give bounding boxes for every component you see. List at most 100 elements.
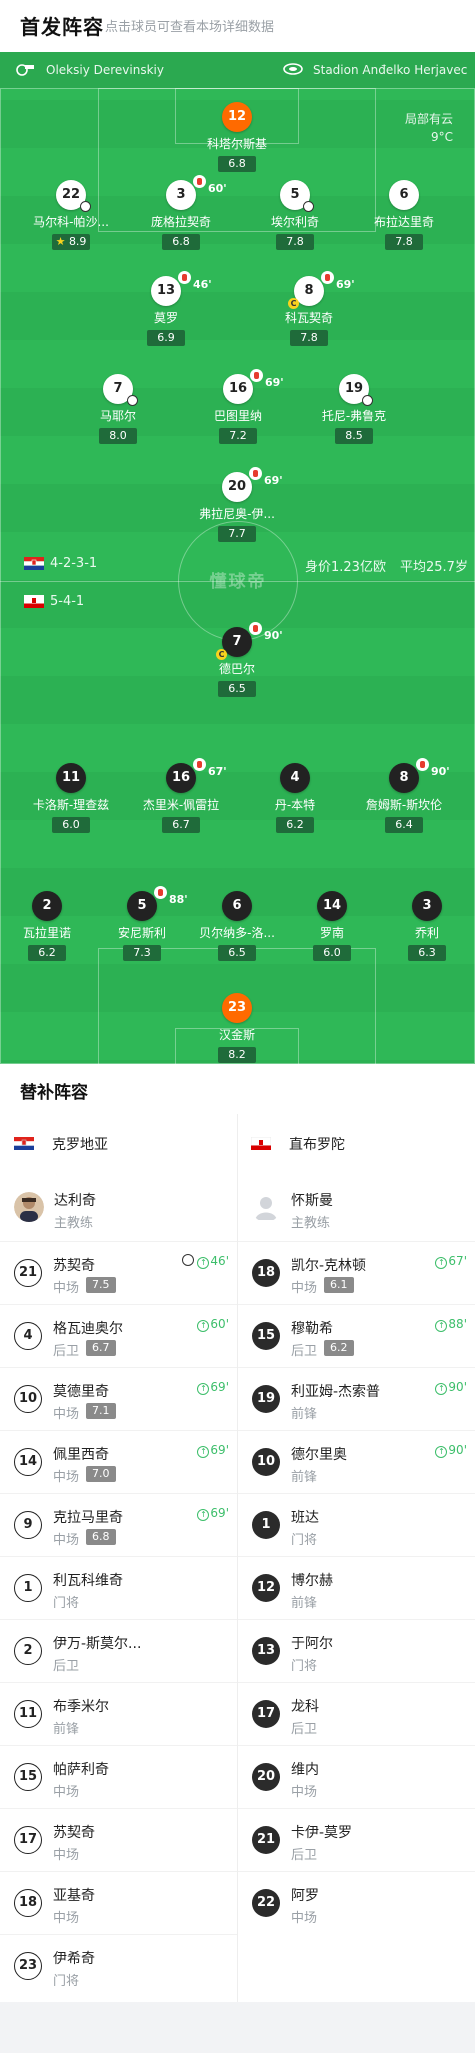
- sub-name: 布季米尔: [53, 1699, 109, 1715]
- player-rating: 6.8: [218, 156, 256, 172]
- sub-name: 凯尔-克林顿: [291, 1258, 367, 1274]
- sub-in-minute: 88': [448, 1317, 467, 1331]
- sub-name: 于阿尔: [291, 1636, 333, 1652]
- goal-ball-icon: [303, 201, 314, 212]
- sub-row[interactable]: 21 苏契奇 中场 7.5 ↑ 46': [0, 1241, 237, 1304]
- pitch: Oleksiy Derevinskiy Stadion Anđelko Herj…: [0, 52, 475, 1064]
- sub-number: 11: [14, 1700, 42, 1728]
- home-player-3[interactable]: 3 60' 庞格拉契奇 6.8: [126, 175, 236, 250]
- player-number: 12: [222, 102, 252, 132]
- home-player-7[interactable]: 7 马耶尔 8.0: [63, 374, 173, 444]
- player-rating: 6.0: [313, 945, 351, 961]
- sub-row[interactable]: 14 佩里西奇 中场 7.0 ↑ 69': [0, 1430, 237, 1493]
- sub-name: 利亚姆-杰索普: [291, 1384, 381, 1400]
- sub-name: 格瓦迪奥尔: [53, 1321, 123, 1337]
- player-rating: 7.8: [290, 330, 328, 346]
- away-coach[interactable]: 怀斯曼 主教练: [251, 1184, 471, 1240]
- sub-row[interactable]: 20 维内 中场: [238, 1745, 475, 1808]
- away-player-8[interactable]: 8 90' 詹姆斯-斯坎伦 6.4: [349, 758, 459, 833]
- home-player-22[interactable]: 22 马尔科-帕沙... ★ 8.9: [16, 180, 126, 250]
- away-player-5[interactable]: 5 88' 安尼斯利 7.3: [87, 886, 197, 961]
- gibraltar-flag-icon: [24, 595, 44, 608]
- sub-row[interactable]: 1 利瓦科维奇 门将: [0, 1556, 237, 1619]
- player-name: 德巴尔: [218, 662, 255, 676]
- sub-rating: 6.8: [86, 1529, 116, 1545]
- away-player-14[interactable]: 14 罗南 6.0: [277, 891, 387, 961]
- away-player-6[interactable]: 6 贝尔纳多-洛... 6.5: [182, 891, 292, 961]
- sub-row[interactable]: 13 于阿尔 门将: [238, 1619, 475, 1682]
- home-player-12[interactable]: 12 科塔尔斯基 6.8: [182, 102, 292, 172]
- sub-in-minute: 46': [210, 1254, 229, 1268]
- sub-number: 15: [14, 1763, 42, 1791]
- sub-row[interactable]: 12 博尔赫 前锋: [238, 1556, 475, 1619]
- sub-name: 苏契奇: [53, 1825, 95, 1841]
- assist-icon: [127, 395, 138, 406]
- sub-row[interactable]: 17 苏契奇 中场: [0, 1808, 237, 1871]
- sub-row[interactable]: 18 凯尔-克林顿 中场 6.1 ↑ 67': [238, 1241, 475, 1304]
- away-player-4[interactable]: 4 丹-本特 6.2: [240, 763, 350, 833]
- sub-row[interactable]: 2 伊万-斯莫尔... 后卫: [0, 1619, 237, 1682]
- star-icon: ★: [55, 235, 66, 248]
- croatia-flag-icon: [24, 557, 44, 570]
- gibraltar-flag-icon: [251, 1137, 271, 1150]
- player-name: 罗南: [319, 926, 344, 940]
- sub-minute: 90': [431, 765, 450, 778]
- away-player-7[interactable]: 7 C 90' 德巴尔 6.5: [182, 622, 292, 697]
- sub-row[interactable]: 17 龙科 后卫: [238, 1682, 475, 1745]
- sub-name: 苏契奇: [53, 1258, 95, 1274]
- sub-number: 21: [252, 1826, 280, 1854]
- sub-row[interactable]: 15 帕萨利奇 中场: [0, 1745, 237, 1808]
- sub-out-icon: [249, 622, 262, 635]
- coach-role: 主教练: [54, 1216, 94, 1231]
- home-player-5[interactable]: 5 埃尔利奇 7.8: [240, 180, 350, 250]
- page-subtitle: 点击球员可查看本场详细数据: [105, 20, 275, 35]
- sub-row[interactable]: 18 亚基奇 中场: [0, 1871, 237, 1934]
- home-player-19[interactable]: 19 托尼-弗鲁克 8.5: [299, 374, 409, 444]
- player-name: 托尼-弗鲁克: [321, 409, 387, 423]
- goal-ball-icon: [182, 1254, 195, 1266]
- sub-number: 17: [14, 1826, 42, 1854]
- sub-row[interactable]: 15 穆勒希 后卫 6.2 ↑ 88': [238, 1304, 475, 1367]
- home-formation: 4-2-3-1: [50, 556, 98, 571]
- sub-row[interactable]: 1 班达 门将: [238, 1493, 475, 1556]
- sub-row[interactable]: 9 克拉马里奇 中场 6.8 ↑ 69': [0, 1493, 237, 1556]
- home-player-16[interactable]: 16 69' 巴图里纳 7.2: [183, 369, 293, 444]
- home-player-6[interactable]: 6 布拉达里奇 7.8: [349, 180, 459, 250]
- sub-in: ↑ 88': [435, 1317, 467, 1332]
- coach-name: 怀斯曼: [291, 1193, 333, 1209]
- away-player-11[interactable]: 11 卡洛斯-理查兹 6.0: [16, 763, 126, 833]
- coach-role: 主教练: [291, 1216, 331, 1231]
- home-team-name: 克罗地亚: [52, 1137, 108, 1153]
- home-coach[interactable]: 达利奇 主教练: [14, 1184, 234, 1240]
- sub-number: 17: [252, 1700, 280, 1728]
- sub-row[interactable]: 10 莫德里奇 中场 7.1 ↑ 69': [0, 1367, 237, 1430]
- sub-out-icon: [178, 271, 191, 284]
- sub-row[interactable]: 23 伊希奇 门将: [0, 1934, 237, 1997]
- sub-row[interactable]: 4 格瓦迪奥尔 后卫 6.7 ↑ 60': [0, 1304, 237, 1367]
- sub-row[interactable]: 19 利亚姆-杰索普 前锋 ↑ 90': [238, 1367, 475, 1430]
- away-player-3[interactable]: 3 乔利 6.3: [372, 891, 475, 961]
- player-rating: 6.5: [218, 945, 256, 961]
- home-player-8[interactable]: 8 C 69' 科瓦契奇 7.8: [254, 271, 364, 346]
- home-player-13[interactable]: 13 46' 莫罗 6.9: [111, 271, 221, 346]
- sub-minute: 90': [264, 629, 283, 642]
- sub-minute: 67': [208, 765, 227, 778]
- away-player-23[interactable]: 23 汉金斯 8.2: [182, 993, 292, 1063]
- sub-row[interactable]: 21 卡伊-莫罗 后卫: [238, 1808, 475, 1871]
- sub-row[interactable]: 11 布季米尔 前锋: [0, 1682, 237, 1745]
- sub-position: 中场: [53, 1281, 80, 1296]
- sub-in: ↑ 69': [197, 1443, 229, 1458]
- sub-minute: 60': [208, 182, 227, 195]
- sub-in-minute: 69': [210, 1443, 229, 1457]
- referee-name: Oleksiy Derevinskiy: [46, 63, 164, 77]
- sub-row[interactable]: 22 阿罗 中场: [238, 1871, 475, 1934]
- away-player-16[interactable]: 16 67' 杰里米-佩雷拉 6.7: [126, 758, 236, 833]
- sub-out-icon: [416, 758, 429, 771]
- sub-position: 中场: [291, 1281, 318, 1296]
- player-name: 杰里米-佩雷拉: [142, 798, 220, 812]
- sub-row[interactable]: 10 德尔里奥 前锋 ↑ 90': [238, 1430, 475, 1493]
- home-player-20[interactable]: 20 69' 弗拉尼奥-伊... 7.7: [182, 467, 292, 542]
- sub-name: 博尔赫: [291, 1573, 333, 1589]
- sub-position: 门将: [291, 1533, 318, 1548]
- player-rating: ★ 8.9: [52, 234, 90, 250]
